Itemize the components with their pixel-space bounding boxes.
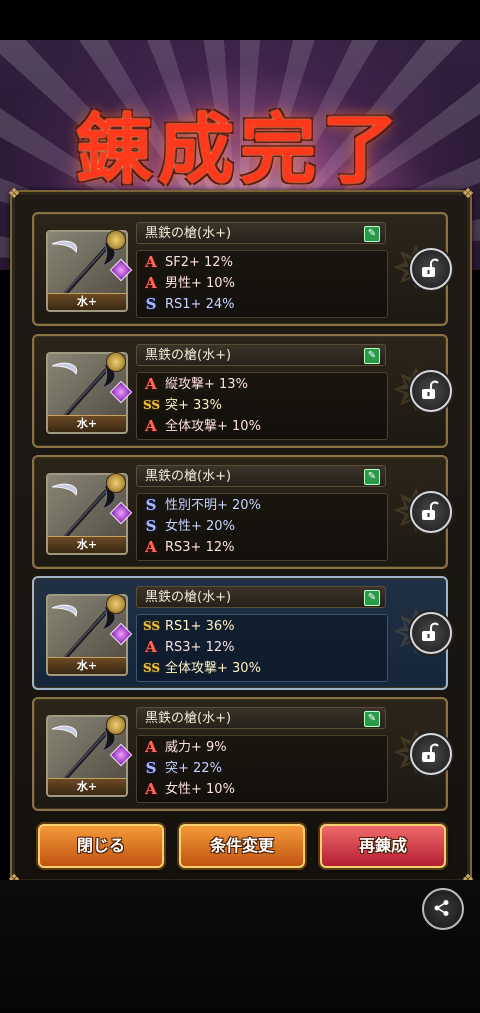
stat-row: S 突+ 22% [137, 758, 387, 779]
stat-text: 突+ 22% [165, 761, 222, 776]
unlock-icon[interactable] [410, 370, 452, 412]
stat-text: 威力+ 9% [165, 740, 227, 755]
stat-row: A 女性+ 10% [137, 779, 387, 800]
reforge-button[interactable]: 再錬成 [320, 824, 446, 868]
stat-rank-icon: S [145, 517, 157, 535]
element-badge: 水+ [48, 415, 126, 432]
stats-box: A SF2+ 12% A 男性+ 10% S RS1+ 24% [136, 250, 388, 318]
edit-icon[interactable]: ✎ [364, 348, 380, 364]
weapon-name-text: 黒鉄の槍(水+) [145, 226, 232, 241]
unlock-icon[interactable] [410, 248, 452, 290]
stat-text: 女性+ 10% [165, 782, 235, 797]
stat-rank-icon: A [145, 274, 157, 292]
weapon-name: 黒鉄の槍(水+) [136, 707, 386, 729]
weapon-name: 黒鉄の槍(水+) [136, 344, 386, 366]
stats-box: S 性別不明+ 20% S 女性+ 20% A RS3+ 12% [136, 493, 388, 561]
stat-text: 女性+ 20% [165, 519, 235, 534]
edit-icon[interactable]: ✎ [364, 590, 380, 606]
stat-text: 男性+ 10% [165, 276, 235, 291]
stat-row: A RS3+ 12% [137, 537, 387, 558]
stat-rank-icon: A [145, 538, 157, 556]
weapon-name: 黒鉄の槍(水+) [136, 222, 386, 244]
element-badge: 水+ [48, 293, 126, 310]
page-title: 錬成完了 [76, 105, 404, 194]
edit-icon[interactable]: ✎ [364, 711, 380, 727]
element-badge: 水+ [48, 778, 126, 795]
stat-text: 全体攻撃+ 30% [165, 661, 261, 676]
weapon-name-text: 黒鉄の槍(水+) [145, 348, 232, 363]
stat-rank-icon: S [145, 295, 157, 313]
ornament-corner-icon: ❖ [461, 186, 475, 202]
weapon-card[interactable]: ✵水+黒鉄の槍(水+)✎ASF2+ 12%A男性+ 10%SRS1+ 24% [32, 212, 452, 326]
stat-text: RS3+ 12% [165, 540, 235, 555]
element-badge: 水+ [48, 536, 126, 553]
rank-medal-icon [106, 352, 126, 372]
stat-row: S 女性+ 20% [137, 516, 387, 537]
stat-row: A RS3+ 12% [137, 637, 387, 658]
status-bar [0, 0, 480, 40]
stat-rank-icon: SS [143, 619, 161, 633]
weapon-name: 黒鉄の槍(水+) [136, 465, 386, 487]
bottom-background [0, 880, 480, 1013]
close-button[interactable]: 閉じる [38, 824, 164, 868]
stat-row: S 性別不明+ 20% [137, 495, 387, 516]
share-icon[interactable] [422, 888, 464, 930]
rank-medal-icon [106, 473, 126, 493]
stat-text: 縦攻撃+ 13% [165, 377, 248, 392]
unlock-icon[interactable] [410, 733, 452, 775]
stat-row: S RS1+ 24% [137, 294, 387, 315]
stat-rank-icon: A [145, 638, 157, 656]
stat-rank-icon: A [145, 253, 157, 271]
stat-row: A 威力+ 9% [137, 737, 387, 758]
stat-rank-icon: A [145, 738, 157, 756]
weapon-name-text: 黒鉄の槍(水+) [145, 590, 232, 605]
stat-text: 性別不明+ 20% [165, 498, 261, 513]
element-badge: 水+ [48, 657, 126, 674]
stats-box: A 縦攻撃+ 13% SS 突+ 33% A 全体攻撃+ 10% [136, 372, 388, 440]
ornament-corner-icon: ❖ [7, 186, 21, 202]
stat-text: RS3+ 12% [165, 640, 235, 655]
stat-text: SF2+ 12% [165, 255, 233, 270]
unlock-icon[interactable] [410, 612, 452, 654]
stat-row: SS 全体攻撃+ 30% [137, 658, 387, 679]
stat-row: SS 突+ 33% [137, 395, 387, 416]
stats-box: SS RS1+ 36% A RS3+ 12% SS 全体攻撃+ 30% [136, 614, 388, 682]
stat-row: A 全体攻撃+ 10% [137, 416, 387, 437]
stat-row: A 男性+ 10% [137, 273, 387, 294]
stat-rank-icon: SS [143, 661, 161, 675]
rank-medal-icon [106, 715, 126, 735]
stat-rank-icon: A [145, 780, 157, 798]
weapon-card[interactable]: ✵水+黒鉄の槍(水+)✎S性別不明+ 20%S女性+ 20%ARS3+ 12% [32, 455, 452, 569]
stat-text: RS1+ 24% [165, 297, 235, 312]
change-conditions-button[interactable]: 条件変更 [179, 824, 305, 868]
stat-rank-icon: S [145, 496, 157, 514]
stat-row: A SF2+ 12% [137, 252, 387, 273]
stat-text: 全体攻撃+ 10% [165, 419, 261, 434]
edit-icon[interactable]: ✎ [364, 469, 380, 485]
stat-text: 突+ 33% [165, 398, 222, 413]
weapon-name-text: 黒鉄の槍(水+) [145, 469, 232, 484]
stats-box: A 威力+ 9% S 突+ 22% A 女性+ 10% [136, 735, 388, 803]
weapon-name-text: 黒鉄の槍(水+) [145, 711, 232, 726]
edit-icon[interactable]: ✎ [364, 226, 380, 242]
stat-text: RS1+ 36% [165, 619, 235, 634]
stat-rank-icon: S [145, 759, 157, 777]
stat-rank-icon: A [145, 417, 157, 435]
rank-medal-icon [106, 230, 126, 250]
weapon-card[interactable]: ✵水+黒鉄の槍(水+)✎A縦攻撃+ 13%SS突+ 33%A全体攻撃+ 10% [32, 334, 452, 448]
stat-row: SS RS1+ 36% [137, 616, 387, 637]
stat-rank-icon: A [145, 375, 157, 393]
weapon-card[interactable]: ✵水+黒鉄の槍(水+)✎SSRS1+ 36%ARS3+ 12%SS全体攻撃+ 3… [32, 576, 452, 690]
weapon-card[interactable]: ✵水+黒鉄の槍(水+)✎A威力+ 9%S突+ 22%A女性+ 10% [32, 697, 452, 811]
weapon-name: 黒鉄の槍(水+) [136, 586, 386, 608]
unlock-icon[interactable] [410, 491, 452, 533]
rank-medal-icon [106, 594, 126, 614]
stat-row: A 縦攻撃+ 13% [137, 374, 387, 395]
stat-rank-icon: SS [143, 398, 161, 412]
